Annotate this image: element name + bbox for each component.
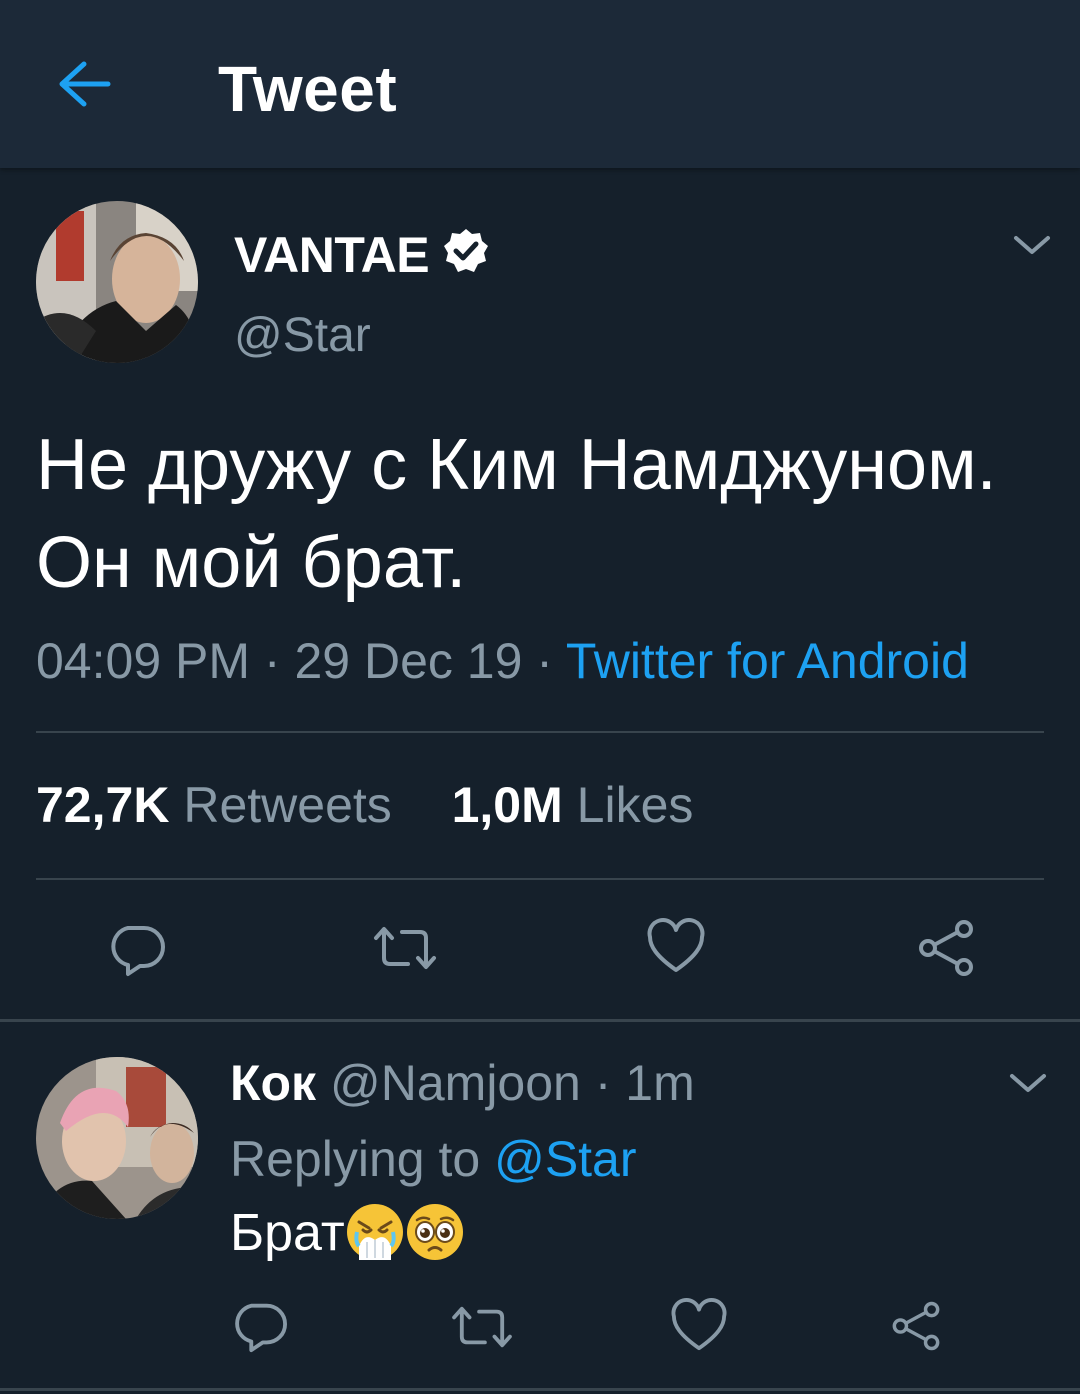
crying-face-emoji xyxy=(345,1202,405,1262)
verified-badge-icon xyxy=(442,227,490,275)
replying-to-mention[interactable]: @Star xyxy=(494,1131,636,1187)
like-icon[interactable] xyxy=(646,918,706,976)
retweets-label: Retweets xyxy=(183,777,392,833)
top-bar: Tweet xyxy=(0,0,1080,168)
tweet-stats: 72,7K Retweets 1,0M Likes xyxy=(36,776,693,834)
meta-separator: · xyxy=(522,633,566,689)
reply-icon[interactable] xyxy=(230,1298,288,1354)
divider xyxy=(36,731,1044,733)
tweet-time: 04:09 PM xyxy=(36,633,251,689)
likes-stat[interactable]: 1,0M Likes xyxy=(452,776,694,834)
divider xyxy=(0,1388,1080,1391)
chevron-down-icon[interactable] xyxy=(1012,230,1052,260)
tweet-meta: 04:09 PM · 29 Dec 19 · Twitter for Andro… xyxy=(36,632,969,690)
author-handle[interactable]: @Star xyxy=(234,308,371,363)
likes-count: 1,0M xyxy=(451,777,563,833)
meta-separator: · xyxy=(250,633,295,689)
reply-icon[interactable] xyxy=(106,920,166,978)
divider xyxy=(36,878,1044,880)
retweets-count: 72,7K xyxy=(36,777,170,833)
reply-author-name[interactable]: Кок xyxy=(230,1055,316,1111)
pleading-face-emoji xyxy=(405,1202,465,1262)
meta-separator: · xyxy=(580,1055,626,1111)
divider xyxy=(0,1019,1080,1022)
replying-to-label: Replying to xyxy=(230,1131,481,1187)
reply-header: Кок @Namjoon · 1m xyxy=(230,1054,695,1112)
tweet-date: 29 Dec 19 xyxy=(294,633,523,689)
avatar[interactable] xyxy=(36,1057,198,1219)
retweet-icon[interactable] xyxy=(370,922,440,974)
reply-age: 1m xyxy=(625,1055,695,1111)
retweets-stat[interactable]: 72,7K Retweets xyxy=(36,776,392,834)
tweet-text: Не дружу с Ким Намджуном. Он мой брат. xyxy=(36,425,997,603)
reply-text: Брат xyxy=(230,1202,465,1263)
retweet-icon[interactable] xyxy=(448,1302,516,1352)
author-display-name[interactable]: VANTAE xyxy=(234,226,430,284)
reply-text-content: Брат xyxy=(230,1204,345,1262)
page-title: Tweet xyxy=(218,53,398,125)
replying-to: Replying to @Star xyxy=(230,1130,637,1188)
tweet-source-link[interactable]: Twitter for Android xyxy=(566,633,969,689)
like-icon[interactable] xyxy=(670,1298,728,1354)
reply-author-handle[interactable]: @Namjoon xyxy=(330,1055,581,1111)
chevron-down-icon[interactable] xyxy=(1008,1068,1048,1098)
share-icon[interactable] xyxy=(890,1300,942,1352)
avatar[interactable] xyxy=(36,201,198,363)
likes-label: Likes xyxy=(576,777,694,833)
arrow-left-icon[interactable] xyxy=(56,58,112,110)
share-icon[interactable] xyxy=(916,918,976,978)
